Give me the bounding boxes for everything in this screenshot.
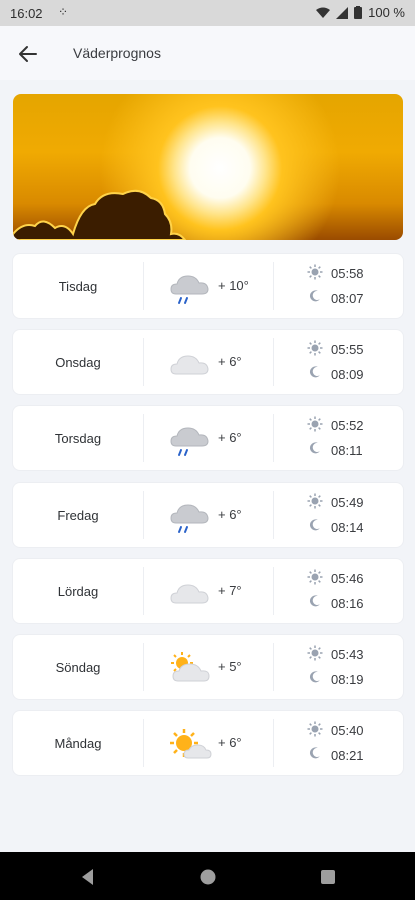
sun-behind-cloud-icon [170,729,212,759]
day-label: Måndag [54,735,102,751]
moon-icon [309,366,320,378]
day-label: Söndag [55,659,101,675]
battery-percent: 100 % [368,5,405,20]
day-label: Onsdag [55,354,101,370]
forecast-card: Söndag + 5° 05:43 08:19 [13,635,403,699]
forecast-card: Torsdag + 6° 05:52 08:11 [13,406,403,470]
forecast-card: Fredag + 6° 05:49 08:14 [13,483,403,547]
day-label: Torsdag [54,430,102,446]
sunset-time: 08:07 [331,291,364,306]
moon-icon [309,671,320,683]
signal-icon [336,6,349,19]
navigation-bar [0,852,415,900]
divider [273,719,274,767]
sunrise-icon [307,721,323,737]
nav-back-icon[interactable] [77,866,99,888]
sunset-time: 08:09 [331,367,364,382]
sunrise-time: 05:43 [331,647,364,662]
temperature: + 6° [218,354,242,369]
sunrise-icon [307,416,323,432]
divider [143,262,144,310]
temperature: + 5° [218,659,242,674]
divider [143,719,144,767]
temperature: + 6° [218,507,242,522]
sunrise-time: 05:46 [331,571,364,586]
divider [273,491,274,539]
temperature: + 6° [218,430,242,445]
temperature: + 6° [218,735,242,750]
sunrise-icon [307,569,323,585]
sunset-time: 08:19 [331,672,364,687]
cloud-silhouette [13,189,187,240]
wifi-icon [316,7,331,18]
moon-icon [309,519,320,531]
divider [273,567,274,615]
rain-cloud-icon [170,504,209,533]
nav-recents-icon[interactable] [317,866,339,888]
sunset-time: 08:11 [331,443,363,458]
status-bar: 16:02 ⁘ 100 % [0,0,415,26]
sunset-time: 08:21 [331,748,364,763]
moon-icon [309,747,320,759]
sunrise-time: 05:58 [331,266,364,281]
cloud-icon [170,355,209,375]
divider [273,262,274,310]
partly-cloudy-icon [171,652,210,682]
sunrise-time: 05:55 [331,342,364,357]
notification-icon: ⁘ [58,5,69,19]
battery-icon [354,6,363,19]
rain-cloud-icon [170,427,209,456]
temperature: + 7° [218,583,242,598]
divider [143,491,144,539]
day-label: Tisdag [58,278,98,294]
sunrise-icon [307,340,323,356]
day-label: Fredag [57,507,99,523]
rain-cloud-icon [170,275,209,304]
forecast-card: Onsdag + 6° 05:55 08:09 [13,330,403,394]
divider [273,643,274,691]
sunrise-time: 05:49 [331,495,364,510]
divider [143,567,144,615]
back-arrow-icon[interactable] [14,40,42,68]
sunrise-icon [307,645,323,661]
status-icons: 100 % [316,5,405,20]
divider [143,643,144,691]
divider [273,414,274,462]
divider [143,338,144,386]
sun-hero-image [13,94,403,240]
sunrise-time: 05:40 [331,723,364,738]
page-title: Väderprognos [73,45,161,61]
day-label: Lördag [57,583,99,599]
sunrise-icon [307,493,323,509]
sunrise-icon [307,264,323,280]
sunset-time: 08:14 [331,520,364,535]
temperature: + 10° [218,278,249,293]
forecast-card: Tisdag + 10° 05:58 08:07 [13,254,403,318]
nav-home-icon[interactable] [197,866,219,888]
sunrise-time: 05:52 [331,418,364,433]
divider [143,414,144,462]
divider [273,338,274,386]
forecast-card: Lördag + 7° 05:46 08:16 [13,559,403,623]
moon-icon [309,595,320,607]
cloud-icon [170,584,209,604]
status-time: 16:02 [10,6,43,21]
moon-icon [309,442,320,454]
app-bar: Väderprognos [0,26,415,80]
sunset-time: 08:16 [331,596,364,611]
moon-icon [309,290,320,302]
forecast-card: Måndag + 6° 05:40 08:21 [13,711,403,775]
